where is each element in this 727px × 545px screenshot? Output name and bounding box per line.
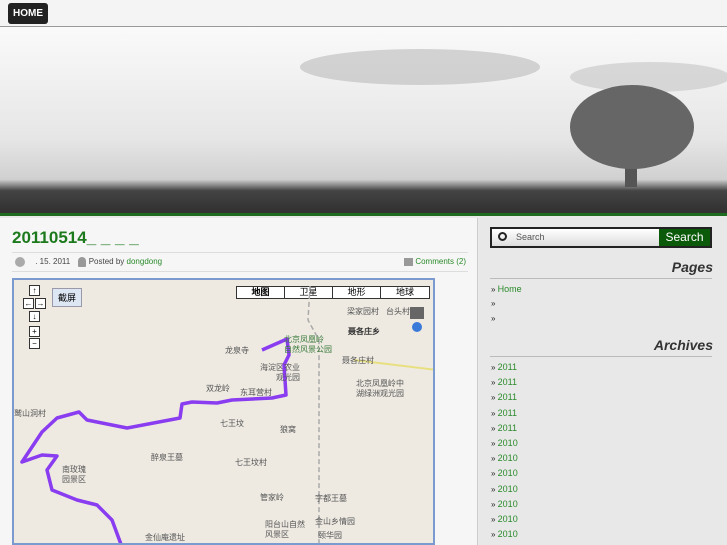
posted-by-label: Posted by [88, 257, 125, 266]
top-nav: HOME [0, 0, 727, 27]
archive-link[interactable]: 2011 [491, 408, 517, 418]
archive-link[interactable]: 2011 [491, 423, 517, 433]
archive-link[interactable]: 2010 [491, 499, 518, 509]
search-placeholder: Search [516, 232, 545, 242]
comments-label: Comments (2) [415, 257, 466, 266]
archive-link[interactable]: 2010 [491, 438, 518, 448]
user-icon [78, 256, 87, 267]
search-icon [498, 232, 507, 241]
map-label: 狼窝 [280, 425, 296, 434]
map-label: 自然风景公园 [284, 345, 332, 354]
archives-heading: Archives [653, 337, 713, 353]
map-image[interactable]: ↑ ← → ↓ + − 截屏 地图 卫星 地形 地球 梁家园村 台头村 聂各庄乡… [12, 278, 435, 545]
map-route [20, 285, 433, 543]
search-form: Search Search [490, 227, 712, 248]
map-label: 双龙岭 [206, 384, 230, 393]
post-date: . 15. 2011 [35, 257, 71, 266]
page-link[interactable] [491, 298, 495, 308]
archive-link[interactable]: 2010 [491, 468, 518, 478]
map-label: 鹫山洞村 [14, 409, 46, 418]
post-area: 20110514_ _ _ _ . 15. 2011 Posted by don… [0, 218, 478, 545]
archive-link[interactable]: 2010 [491, 484, 518, 494]
map-label: 东耳营村 [240, 388, 272, 397]
street-view-icon [410, 307, 424, 319]
map-label: 七王坟 [220, 419, 244, 428]
map-label: 七王坟村 [235, 458, 267, 467]
map-label: 金山乡情园 [315, 517, 355, 526]
comment-icon [404, 257, 414, 266]
author-link[interactable]: dongdong [127, 257, 163, 266]
header-banner [0, 27, 727, 216]
archive-link[interactable]: 2010 [491, 453, 518, 463]
archive-link[interactable]: 2010 [491, 514, 518, 524]
archive-link[interactable]: 2011 [491, 362, 517, 372]
post-title[interactable]: 20110514_ _ _ _ [12, 228, 139, 248]
map-label: 龙泉寺 [225, 346, 249, 355]
map-label: 颐华园 [318, 531, 342, 540]
map-label: 园景区 [62, 475, 86, 484]
archive-link[interactable]: 2010 [491, 529, 518, 539]
map-label: 台头村 [386, 307, 410, 316]
pages-heading: Pages [671, 259, 713, 275]
post-meta: . 15. 2011 Posted by dongdong Comments (… [12, 252, 468, 272]
map-label: 聂各庄乡 [348, 327, 380, 336]
sidebar: Search Search Pages Home Archives 2011 20… [479, 218, 727, 545]
divider [490, 356, 712, 357]
search-button[interactable]: Search [659, 229, 710, 246]
map-label: 聂各庄村 [342, 356, 374, 365]
map-label: 醉泉王墓 [151, 453, 183, 462]
map-label: 观光园 [276, 373, 300, 382]
pin-icon [412, 322, 422, 332]
page-link-home[interactable]: Home [491, 284, 522, 294]
divider [490, 278, 712, 279]
comments-link[interactable]: Comments (2) [404, 253, 466, 271]
archive-link[interactable]: 2011 [491, 392, 517, 402]
page-link[interactable] [491, 313, 495, 323]
map-label: 字都王墓 [315, 494, 347, 503]
map-label: 风景区 [265, 530, 289, 539]
clock-icon [15, 256, 25, 267]
home-button[interactable]: HOME [8, 3, 48, 24]
map-label: 管家岭 [260, 493, 284, 502]
archive-link[interactable]: 2011 [491, 377, 517, 387]
map-label: 湖绿洲观光园 [356, 389, 404, 398]
map-label: 梁家园村 [347, 307, 379, 316]
search-input[interactable]: Search [492, 229, 659, 246]
map-label: 金仙庵遗址 [145, 533, 185, 542]
